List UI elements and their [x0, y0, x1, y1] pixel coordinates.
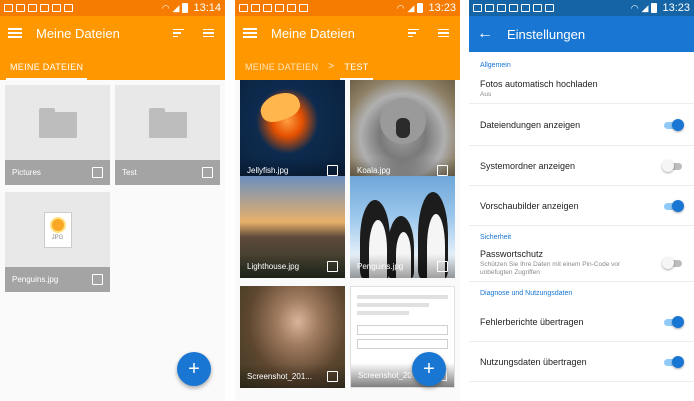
sort-icon[interactable]: [408, 26, 422, 40]
toggle-switch[interactable]: [663, 118, 684, 132]
signal-icon: ◢: [407, 2, 415, 13]
checkbox-icon[interactable]: [92, 167, 103, 178]
file-tile-penguins[interactable]: JPG Penguins.jpg: [5, 192, 110, 292]
toggle-switch[interactable]: [663, 199, 684, 213]
wifi-icon: ◠: [161, 2, 170, 13]
folder-tile-pictures[interactable]: Pictures: [5, 85, 110, 185]
photo-tile-screenshot-1[interactable]: Screenshot_201...: [240, 286, 345, 388]
folder-tile-test[interactable]: Test: [115, 85, 220, 185]
photo-tile-penguins[interactable]: Penguins.jpg: [350, 176, 455, 278]
setting-auto-upload[interactable]: Fotos automatisch hochladen Aus: [469, 74, 694, 104]
setting-title: Passwortschutz: [480, 248, 544, 259]
section-header-security: Sicherheit: [480, 234, 512, 241]
folder-icon: [148, 107, 187, 138]
app-title: Meine Dateien: [271, 25, 355, 41]
chevron-right-icon: >: [328, 61, 335, 72]
toggle-switch[interactable]: [663, 355, 684, 369]
checkbox-icon[interactable]: [327, 260, 338, 272]
tile-name: Lighthouse.jpg: [247, 261, 300, 271]
settings-title: Einstellungen: [507, 26, 586, 42]
tile-name: Screenshot_201...: [247, 371, 312, 381]
setting-title: Fehlerberichte übertragen: [480, 316, 584, 327]
notification-icons: [473, 4, 631, 12]
notification-icons: [239, 4, 397, 12]
screen-test-folder: ◠ ◢ 13:23 Meine Dateien MEINE DATEIEN > …: [235, 0, 460, 401]
signal-icon: ◢: [172, 2, 180, 13]
setting-title: Nutzungsdaten übertragen: [480, 356, 587, 367]
photo-tile-lighthouse[interactable]: Lighthouse.jpg: [240, 176, 345, 278]
wifi-icon: ◠: [396, 2, 405, 13]
setting-title: Vorschaubilder anzeigen: [480, 200, 579, 211]
tile-name: Pictures: [12, 168, 41, 177]
notification-icons: [4, 4, 162, 12]
setting-previews[interactable]: Vorschaubilder anzeigen: [469, 186, 694, 226]
battery-icon: [651, 3, 658, 13]
battery-icon: [182, 3, 189, 13]
app-title: Meine Dateien: [36, 25, 120, 41]
checkbox-icon[interactable]: [202, 167, 213, 178]
checkbox-icon[interactable]: [327, 164, 338, 176]
jpg-file-icon: JPG: [43, 211, 72, 248]
list-view-icon[interactable]: [438, 26, 452, 40]
toggle-switch[interactable]: [663, 315, 684, 329]
setting-title: Dateiendungen anzeigen: [480, 119, 581, 130]
menu-icon[interactable]: [8, 28, 22, 38]
setting-usage-data[interactable]: Nutzungsdaten übertragen: [469, 342, 694, 382]
clock: 13:23: [428, 2, 456, 14]
setting-error-reports[interactable]: Fehlerberichte übertragen: [469, 302, 694, 342]
menu-icon[interactable]: [243, 28, 257, 38]
back-arrow-icon[interactable]: ←: [477, 26, 493, 42]
photo-tile-koala[interactable]: Koala.jpg: [350, 80, 455, 182]
setting-file-extensions[interactable]: Dateiendungen anzeigen: [469, 104, 694, 146]
tile-name: Jellyfish.jpg: [247, 165, 289, 175]
status-bar: ◠ ◢ 13:23: [469, 0, 694, 16]
breadcrumb-test[interactable]: TEST: [340, 62, 373, 80]
checkbox-icon[interactable]: [327, 370, 338, 382]
folder-icon: [38, 107, 77, 138]
breadcrumb: MEINE DATEIEN > TEST: [235, 50, 460, 80]
tile-name: Penguins.jpg: [12, 275, 59, 284]
toggle-switch[interactable]: [662, 256, 683, 270]
tab-bar: MEINE DATEIEN: [0, 50, 225, 80]
battery-icon: [417, 3, 424, 13]
add-button[interactable]: +: [412, 352, 446, 386]
setting-title: Fotos automatisch hochladen: [480, 78, 598, 89]
breadcrumb-my-files[interactable]: MEINE DATEIEN: [245, 62, 318, 80]
screen-settings: ◠ ◢ 13:23 ← Einstellungen Allgemein Foto…: [469, 0, 694, 401]
app-bar: Meine Dateien: [235, 16, 460, 50]
tab-my-files[interactable]: MEINE DATEIEN: [5, 62, 88, 80]
add-button[interactable]: +: [177, 352, 211, 386]
clock: 13:14: [193, 2, 221, 14]
checkbox-icon[interactable]: [92, 274, 103, 285]
setting-title: Systemordner anzeigen: [480, 160, 576, 171]
section-header-diagnostics: Diagnose und Nutzungsdaten: [480, 290, 573, 297]
status-bar: ◠ ◢ 13:14: [0, 0, 225, 16]
toggle-switch[interactable]: [662, 159, 683, 173]
app-bar: Meine Dateien: [0, 16, 225, 50]
wifi-icon: ◠: [630, 2, 639, 13]
sort-icon[interactable]: [173, 26, 187, 40]
setting-password[interactable]: Passwortschutz Schützen Sie Ihre Daten m…: [469, 244, 694, 282]
checkbox-icon[interactable]: [437, 260, 448, 272]
list-view-icon[interactable]: [203, 26, 217, 40]
section-header-general: Allgemein: [480, 62, 511, 69]
app-bar: ← Einstellungen: [469, 16, 694, 52]
setting-subtitle: Schützen Sie Ihre Daten mit einem Pin-Co…: [480, 260, 621, 276]
checkbox-icon[interactable]: [437, 164, 448, 176]
tile-name: Test: [122, 168, 137, 177]
setting-system-folders[interactable]: Systemordner anzeigen: [469, 146, 694, 186]
clock: 13:23: [662, 2, 690, 14]
settings-list: Allgemein Fotos automatisch hochladen Au…: [469, 52, 694, 382]
tile-name: Koala.jpg: [357, 165, 391, 175]
setting-subtitle: Aus: [480, 90, 492, 98]
signal-icon: ◢: [641, 2, 649, 13]
status-bar: ◠ ◢ 13:23: [235, 0, 460, 16]
tile-name: Penguins.jpg: [357, 261, 404, 271]
screen-my-files: ◠ ◢ 13:14 Meine Dateien MEINE DATEIEN Pi…: [0, 0, 225, 401]
photo-tile-jellyfish[interactable]: Jellyfish.jpg: [240, 80, 345, 182]
